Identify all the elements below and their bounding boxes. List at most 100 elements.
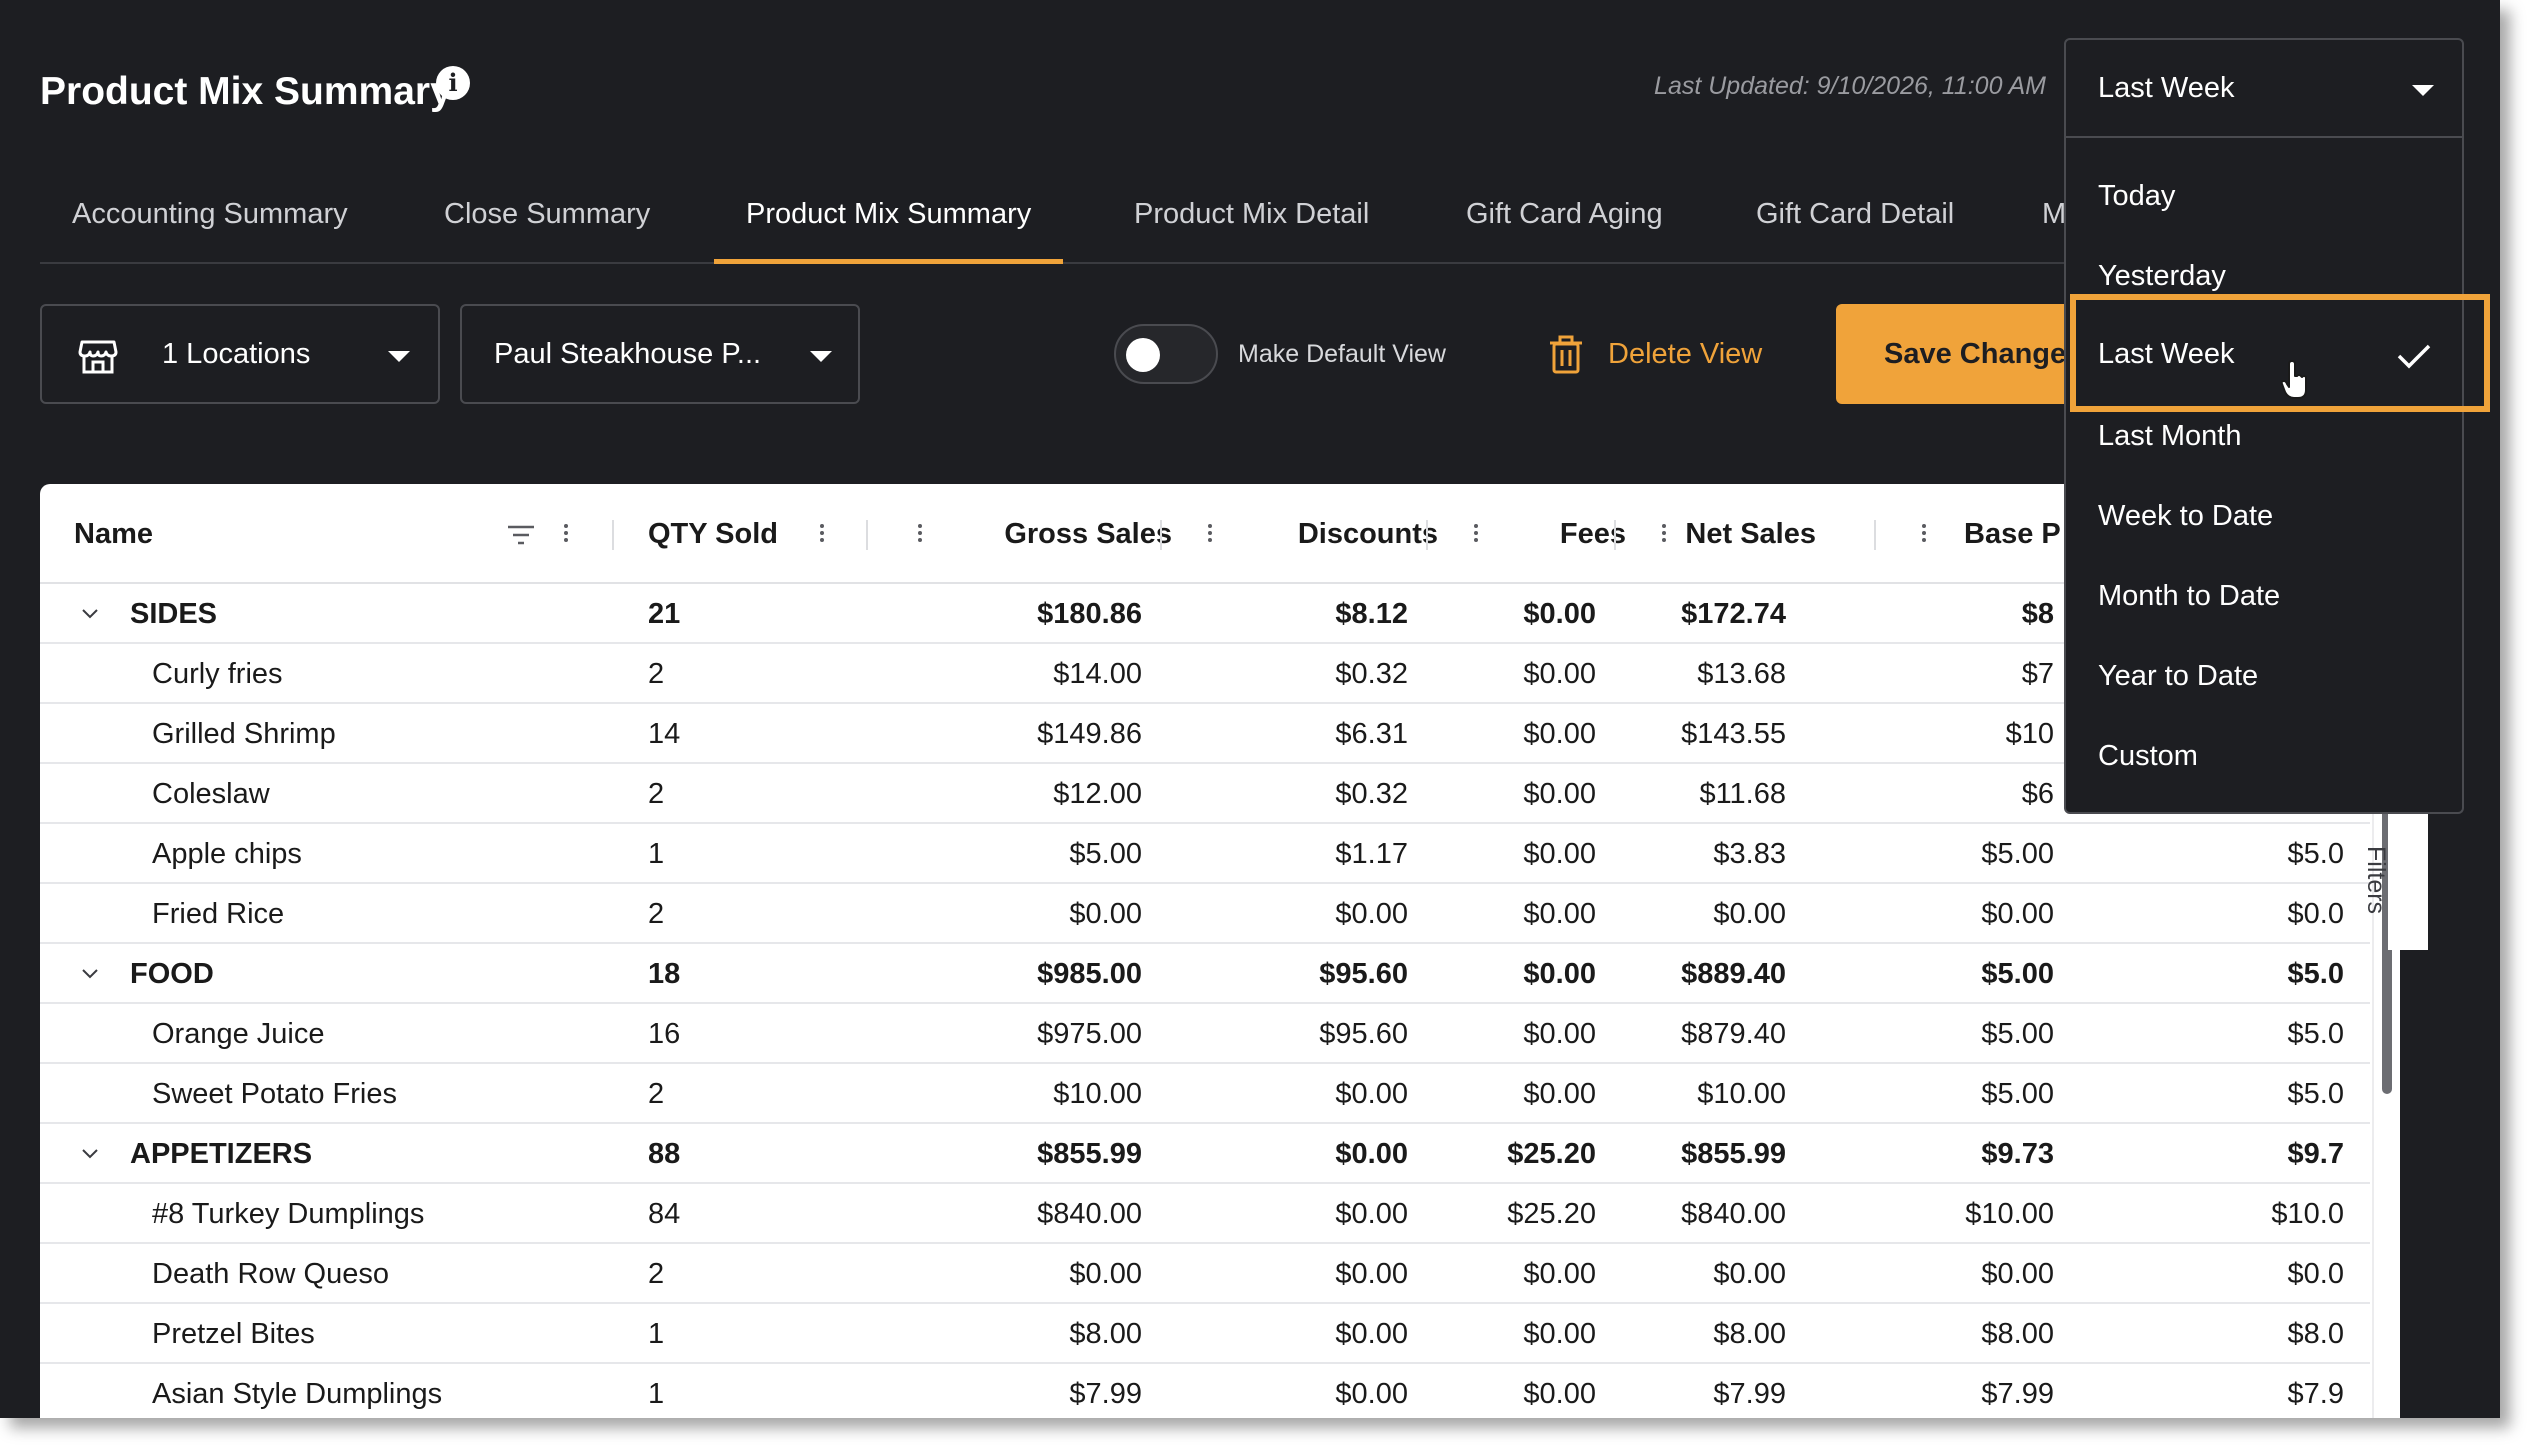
cell-fees: $0.00 — [1523, 1258, 1596, 1290]
menu-item-label: Month to Date — [2098, 580, 2281, 612]
table-group-row[interactable]: APPETIZERS 88 $855.99 $0.00 $25.20 $855.99 $9.… — [40, 1124, 2370, 1184]
cell-next-column: $0.0 — [2287, 898, 2344, 930]
cell-gross-sales: $975.00 — [1037, 1018, 1142, 1050]
table-row[interactable]: Apple chips 1 $5.00 $1.17 $0.00 $3.83 $5.00 $5.… — [40, 824, 2370, 884]
menu-item-custom[interactable]: Custom — [2066, 718, 2462, 798]
chevron-down-icon[interactable] — [80, 1144, 100, 1164]
chevron-down-icon[interactable] — [80, 964, 100, 984]
column-menu-icon[interactable] — [818, 518, 826, 548]
cell-fees: $0.00 — [1523, 1318, 1596, 1350]
cell-net-sales: $0.00 — [1713, 898, 1786, 930]
trash-icon — [1550, 335, 1582, 374]
column-menu-icon[interactable] — [1920, 518, 1928, 548]
menu-item-label: Last Month — [2098, 420, 2242, 452]
cell-name: SIDES — [130, 598, 218, 630]
tab-accounting-summary[interactable]: Accounting Summary — [40, 198, 380, 264]
column-divider — [866, 520, 868, 550]
menu-item-week-to-date[interactable]: Week to Date — [2066, 478, 2462, 558]
filters-label: Filters — [2362, 846, 2390, 915]
store-label: Paul Steakhouse P... — [494, 338, 762, 370]
cell-base-price: $10 — [2005, 718, 2054, 750]
filters-side-tab[interactable]: Filters — [2362, 800, 2428, 950]
chevron-down-icon — [2412, 85, 2434, 96]
tab-product-mix-summary[interactable]: Product Mix Summary — [714, 198, 1064, 264]
table-row[interactable]: Sweet Potato Fries 2 $10.00 $0.00 $0.00 $10.0… — [40, 1064, 2370, 1124]
cell-gross-sales: $12.00 — [1053, 778, 1142, 810]
table-row[interactable]: Curly fries 2 $14.00 $0.32 $0.00 $13.68 $7 — [40, 644, 2370, 704]
cell-discounts: $0.00 — [1335, 1078, 1408, 1110]
tab-close-summary[interactable]: Close Summary — [412, 198, 682, 264]
info-icon[interactable]: i — [436, 66, 470, 100]
table-group-row[interactable]: FOOD 18 $985.00 $95.60 $0.00 $889.40 $5.00 $5.0 — [40, 944, 2370, 1004]
table-row[interactable]: Coleslaw 2 $12.00 $0.32 $0.00 $11.68 $6 — [40, 764, 2370, 824]
cell-qty: 2 — [648, 778, 665, 810]
menu-item-year-to-date[interactable]: Year to Date — [2066, 638, 2462, 718]
table-row[interactable]: #8 Turkey Dumplings 84 $840.00 $0.00 $25.20 $… — [40, 1184, 2370, 1244]
cell-next-column: $5.0 — [2287, 838, 2344, 870]
col-header-gross-sales[interactable]: Gross Sales — [1004, 518, 1172, 551]
table-row[interactable]: Grilled Shrimp 14 $149.86 $6.31 $0.00 $143.55… — [40, 704, 2370, 764]
column-menu-icon[interactable] — [1206, 518, 1214, 548]
table-group-row[interactable]: SIDES 21 $180.86 $8.12 $0.00 $172.74 $8 — [40, 584, 2370, 644]
table-body: SIDES 21 $180.86 $8.12 $0.00 $172.74 $8 Curly f… — [40, 584, 2370, 1418]
tab-gift-card-detail[interactable]: Gift Card Detail — [1724, 198, 1986, 264]
col-header-name[interactable]: Name — [74, 518, 153, 551]
table-row[interactable]: Orange Juice 16 $975.00 $95.60 $0.00 $879.40 $… — [40, 1004, 2370, 1064]
cell-base-price: $0.00 — [1981, 898, 2054, 930]
table-row[interactable]: Death Row Queso 2 $0.00 $0.00 $0.00 $0.00 $0.0… — [40, 1244, 2370, 1304]
cell-net-sales: $855.99 — [1681, 1138, 1786, 1170]
col-header-discounts[interactable]: Discounts — [1298, 518, 1438, 551]
cell-base-price: $10.00 — [1965, 1198, 2054, 1230]
cell-base-price: $9.73 — [1981, 1138, 2054, 1170]
menu-item-month-to-date[interactable]: Month to Date — [2066, 558, 2462, 638]
locations-select[interactable]: 1 Locations — [40, 304, 440, 404]
menu-item-last-month[interactable]: Last Month — [2066, 398, 2462, 478]
tab-product-mix-detail[interactable]: Product Mix Detail — [1102, 198, 1401, 264]
cell-net-sales: $11.68 — [1699, 778, 1786, 810]
cell-fees: $0.00 — [1523, 958, 1596, 990]
column-menu-icon[interactable] — [562, 518, 570, 548]
tab-gift-card-aging[interactable]: Gift Card Aging — [1434, 198, 1695, 264]
table-row[interactable]: Pretzel Bites 1 $8.00 $0.00 $0.00 $8.00 $8.00 $… — [40, 1304, 2370, 1364]
date-range-select[interactable]: Last Week — [2064, 38, 2464, 138]
column-divider — [1160, 520, 1162, 550]
cell-base-price: $7 — [2021, 658, 2054, 690]
cell-gross-sales: $0.00 — [1069, 898, 1142, 930]
column-menu-icon[interactable] — [1660, 518, 1668, 548]
last-updated-text: Last Updated: 9/10/2026, 11:00 AM — [1654, 72, 2046, 100]
cell-discounts: $0.00 — [1335, 1258, 1408, 1290]
cell-gross-sales: $5.00 — [1069, 838, 1142, 870]
chevron-down-icon[interactable] — [80, 604, 100, 624]
table-row[interactable]: Fried Rice 2 $0.00 $0.00 $0.00 $0.00 $0.00 $0.0 — [40, 884, 2370, 944]
filter-icon[interactable] — [506, 524, 536, 546]
cell-name: APPETIZERS — [130, 1138, 313, 1170]
cell-qty: 2 — [648, 1078, 665, 1110]
store-select[interactable]: Paul Steakhouse P... — [460, 304, 860, 404]
col-header-qty-sold[interactable]: QTY Sold — [648, 518, 778, 551]
cell-name: #8 Turkey Dumplings — [152, 1198, 425, 1230]
menu-item-label: Last Week — [2098, 338, 2235, 370]
column-menu-icon[interactable] — [1472, 518, 1480, 548]
cell-next-column: $9.7 — [2287, 1138, 2344, 1170]
cell-discounts: $0.00 — [1335, 1138, 1408, 1170]
cell-name: Orange Juice — [152, 1018, 325, 1050]
chevron-down-icon — [810, 351, 832, 362]
col-header-fees[interactable]: Fees — [1560, 518, 1626, 551]
cell-fees: $25.20 — [1507, 1198, 1596, 1230]
cell-name: FOOD — [130, 958, 214, 990]
col-header-base-price[interactable]: Base P — [1964, 518, 2061, 551]
column-menu-icon[interactable] — [916, 518, 924, 548]
cell-net-sales: $879.40 — [1681, 1018, 1786, 1050]
cell-next-column: $5.0 — [2287, 1078, 2344, 1110]
col-header-net-sales[interactable]: Net Sales — [1685, 518, 1816, 551]
default-view-toggle[interactable] — [1114, 324, 1218, 384]
cell-qty: 1 — [648, 1378, 665, 1410]
cell-qty: 84 — [648, 1198, 681, 1230]
cell-gross-sales: $14.00 — [1053, 658, 1142, 690]
report-tabs: Accounting Summary Close Summary Product… — [40, 172, 2100, 264]
cell-net-sales: $172.74 — [1681, 598, 1786, 630]
menu-item-today[interactable]: Today — [2066, 158, 2462, 238]
table-row[interactable]: Asian Style Dumplings 1 $7.99 $0.00 $0.00 $7.… — [40, 1364, 2370, 1418]
store-icon — [78, 340, 118, 374]
cell-discounts: $8.12 — [1335, 598, 1408, 630]
